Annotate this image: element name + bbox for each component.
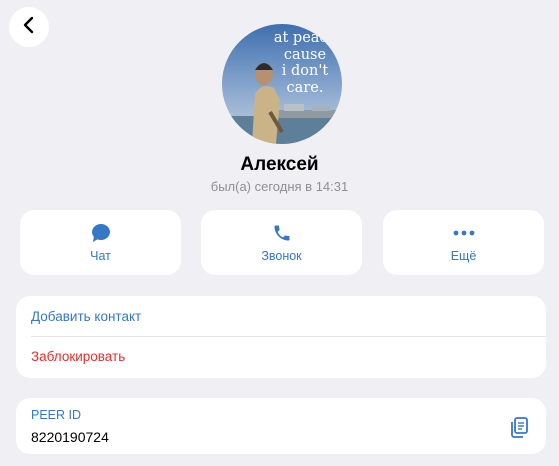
chevron-left-icon xyxy=(22,16,36,39)
add-contact-button[interactable]: Добавить контакт xyxy=(31,309,141,324)
call-button[interactable]: Звонок xyxy=(201,210,362,275)
peer-id-value: 8220190724 xyxy=(31,429,109,445)
more-button[interactable]: Ещё xyxy=(383,210,544,275)
call-button-label: Звонок xyxy=(261,249,302,263)
chat-button-label: Чат xyxy=(90,249,111,263)
chat-button[interactable]: Чат xyxy=(20,210,181,275)
chat-bubble-icon xyxy=(91,222,111,244)
more-button-label: Ещё xyxy=(450,249,477,263)
phone-icon xyxy=(272,222,292,244)
contact-actions-card: Добавить контакт Заблокировать xyxy=(16,296,546,378)
last-seen-status: был(а) сегодня в 14:31 xyxy=(210,179,349,194)
peer-id-card: PEER ID 8220190724 xyxy=(16,398,546,454)
avatar[interactable]: at peace cause i don't care. xyxy=(222,24,342,144)
avatar-caption: at peace cause i don't care. xyxy=(273,30,337,96)
back-button[interactable] xyxy=(9,7,49,47)
contact-name: Алексей xyxy=(240,154,319,175)
peer-id-label: PEER ID xyxy=(31,408,82,422)
divider xyxy=(31,336,546,337)
copy-icon xyxy=(511,417,528,438)
block-contact-button[interactable]: Заблокировать xyxy=(31,349,125,364)
copy-button[interactable] xyxy=(508,416,530,440)
more-icon xyxy=(453,222,475,244)
